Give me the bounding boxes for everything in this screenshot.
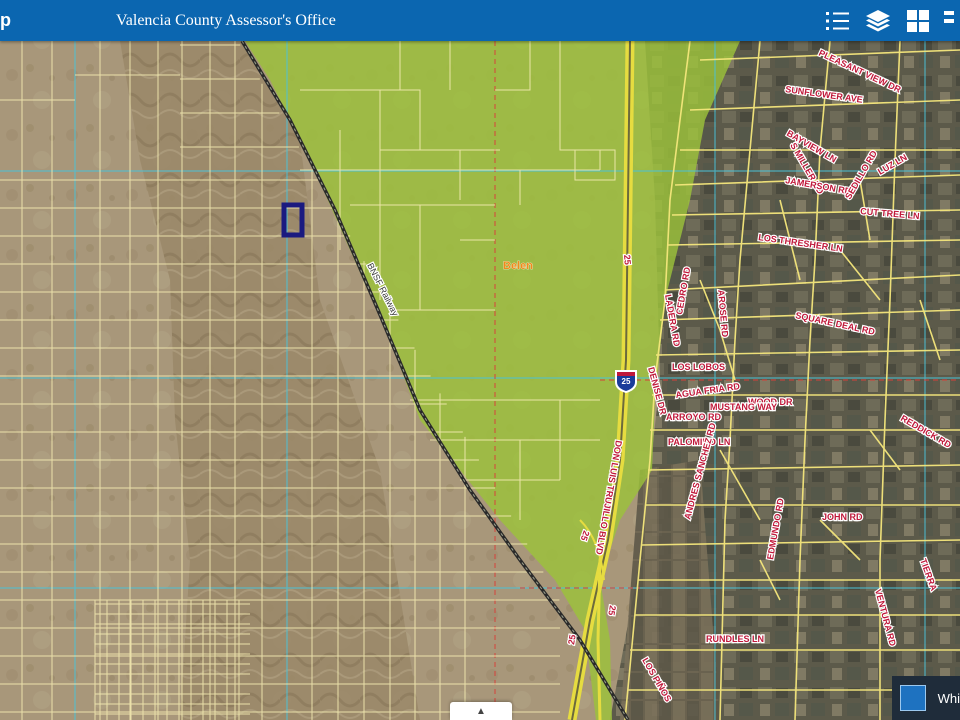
road-label: 25 [566,634,578,646]
basemap-thumbnail [900,685,926,711]
road-label: MUSTANG WAY [710,402,777,412]
page-title: Valencia County Assessor's Office [116,11,336,29]
map-canvas[interactable]: Belen BNSF Railway 25 PLEASANT VIEW DRSU… [0,41,960,720]
layers-icon [866,9,890,31]
legend-icon [826,11,849,30]
road-label: 25 [622,254,633,265]
chevron-up-icon: ▲ [476,705,486,717]
road-label: ARROYO RD [666,412,722,422]
overflow-icon [944,10,954,23]
legend-button[interactable] [818,0,858,41]
road-label: 25 [606,605,618,617]
road-label: JOHN RD [822,512,863,522]
basemap-gallery-button[interactable] [898,0,938,41]
overflow-button[interactable] [938,0,960,41]
place-label-belen: Belen [503,260,533,272]
basemap-label: Whi [937,690,960,706]
layers-button[interactable] [858,0,898,41]
svg-text:25: 25 [622,377,631,386]
map-view[interactable]: Belen BNSF Railway 25 PLEASANT VIEW DR SU… [0,41,960,720]
header-toolbar [818,0,960,41]
basemap-gallery-icon [907,9,929,32]
app-header: p Valencia County Assessor's Office [0,0,960,41]
app-title-fragment: p [0,10,11,30]
road-label: RUNDLES LN [706,634,764,644]
road-label: LOS LOBOS [672,362,725,372]
expand-panel-button[interactable]: ▲ [450,702,512,720]
basemap-toggle[interactable]: Whi [892,676,960,720]
road-label: PALOMINO LN [668,437,730,447]
